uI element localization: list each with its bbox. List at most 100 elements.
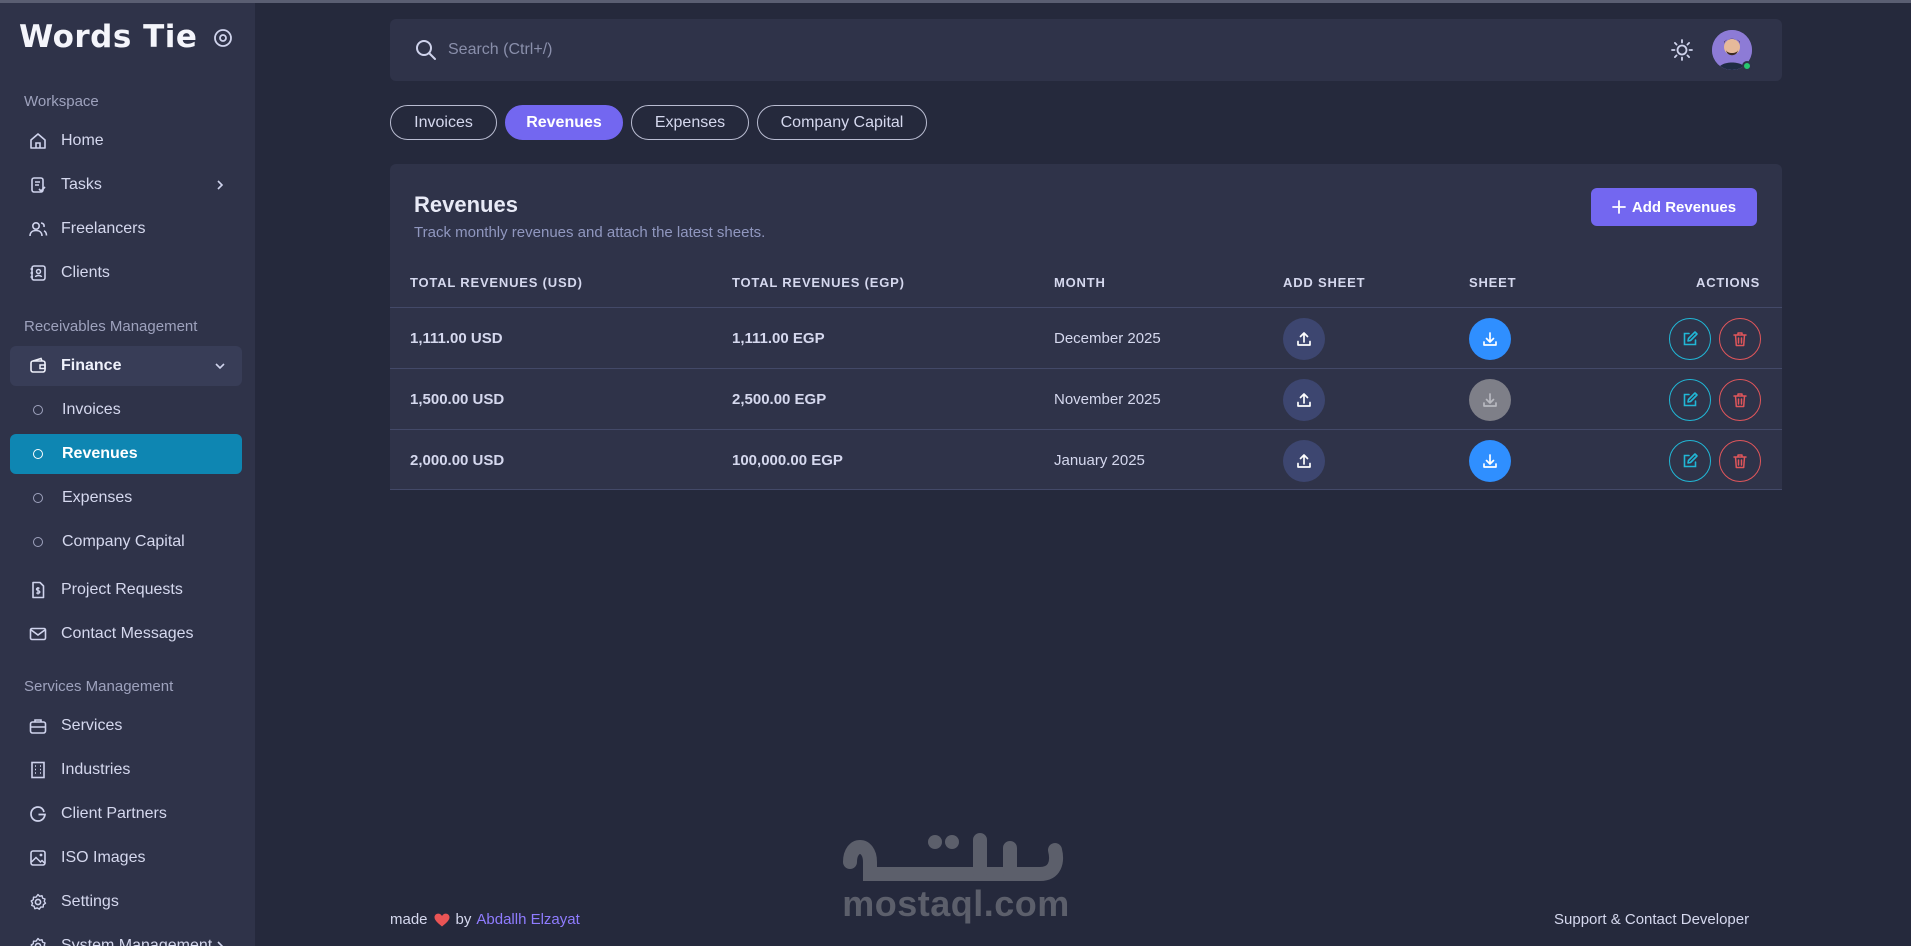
sidebar-item-industries[interactable]: Industries xyxy=(10,750,242,790)
cell-usd: 2,000.00 USD xyxy=(410,452,505,469)
sidebar-subitem-invoices[interactable]: Invoices xyxy=(10,390,242,430)
sidebar-item-home[interactable]: Home xyxy=(10,121,242,161)
users-icon xyxy=(29,221,48,237)
wallet-icon xyxy=(30,357,46,373)
edit-icon xyxy=(1683,331,1698,346)
delete-button[interactable] xyxy=(1719,440,1761,482)
address-book-icon xyxy=(30,265,46,281)
tab-revenues[interactable]: Revenues xyxy=(505,105,623,140)
sidebar-subitem-company-capital[interactable]: Company Capital xyxy=(10,522,242,562)
column-header-actions: ACTIONS xyxy=(1696,275,1761,290)
delete-button[interactable] xyxy=(1719,318,1761,360)
sidebar-item-contact-messages[interactable]: Contact Messages xyxy=(10,614,242,654)
footer-by: by xyxy=(455,911,472,928)
sidebar-item-services[interactable]: Services xyxy=(10,706,242,746)
sidebar-item-clients[interactable]: Clients xyxy=(10,253,242,293)
sidebar-item-label: Invoices xyxy=(62,401,121,418)
chevron-right-icon xyxy=(217,180,224,190)
tasks-icon xyxy=(31,177,46,193)
brand-logo[interactable]: Words Tie xyxy=(19,17,197,57)
column-header-sheet: SHEET xyxy=(1469,275,1517,290)
add-revenues-button[interactable]: Add Revenues xyxy=(1591,188,1757,226)
tab-expenses[interactable]: Expenses xyxy=(631,105,749,140)
cell-usd: 1,111.00 USD xyxy=(410,330,503,347)
upload-sheet-button[interactable] xyxy=(1283,440,1325,482)
plus-icon xyxy=(1611,200,1626,214)
download-icon xyxy=(1483,332,1497,346)
edit-icon xyxy=(1683,392,1698,407)
support-link[interactable]: Support & Contact Developer xyxy=(1554,911,1749,928)
column-header-month: MONTH xyxy=(1054,275,1106,290)
sidebar-item-project-requests[interactable]: Project Requests xyxy=(10,570,242,610)
upload-sheet-button[interactable] xyxy=(1283,318,1325,360)
sidebar-item-label: Industries xyxy=(61,761,131,778)
download-sheet-button[interactable] xyxy=(1469,318,1511,360)
sidebar-item-label: Revenues xyxy=(62,445,138,462)
sidebar-item-tasks[interactable]: Tasks xyxy=(10,165,242,205)
bullet-icon xyxy=(33,493,43,503)
column-header-add-sheet: ADD SHEET xyxy=(1283,275,1366,290)
watermark-text: mostaql.com xyxy=(842,883,1070,924)
footer-made: made xyxy=(390,911,428,928)
edit-button[interactable] xyxy=(1669,440,1711,482)
search-input[interactable] xyxy=(448,34,1048,66)
sidebar-item-label: ISO Images xyxy=(61,849,146,866)
cell-month: January 2025 xyxy=(1054,452,1145,469)
sidebar-item-label: Tasks xyxy=(61,176,102,193)
online-status-badge xyxy=(1742,61,1752,71)
sun-icon[interactable] xyxy=(1670,38,1694,62)
table-divider xyxy=(390,489,1782,490)
home-icon xyxy=(30,133,46,149)
sidebar-item-label: Services xyxy=(61,717,123,734)
tab-company-capital[interactable]: Company Capital xyxy=(757,105,927,140)
tab-invoices[interactable]: Invoices xyxy=(390,105,497,140)
trash-icon xyxy=(1733,332,1747,347)
gear-icon xyxy=(30,893,47,910)
bullet-icon xyxy=(33,405,43,415)
sidebar-item-finance[interactable]: Finance xyxy=(10,346,242,386)
sidebar-item-iso-images[interactable]: ISO Images xyxy=(10,838,242,878)
delete-button[interactable] xyxy=(1719,379,1761,421)
collapse-sidebar-icon[interactable] xyxy=(212,27,234,49)
download-sheet-button[interactable] xyxy=(1469,440,1511,482)
edit-button[interactable] xyxy=(1669,379,1711,421)
section-workspace: Workspace xyxy=(24,93,99,110)
dollar-file-icon xyxy=(32,581,45,599)
add-revenues-label: Add Revenues xyxy=(1631,198,1737,216)
sidebar-item-label: Company Capital xyxy=(62,533,185,550)
sidebar-item-label: Finance xyxy=(61,357,122,374)
sidebar-item-label: System Management xyxy=(61,937,213,946)
upload-icon xyxy=(1297,332,1311,346)
chevron-right-icon xyxy=(217,941,224,946)
top-border xyxy=(0,0,1911,3)
bullet-icon xyxy=(33,449,43,459)
sidebar-item-client-partners[interactable]: Client Partners xyxy=(10,794,242,834)
sidebar-item-label: Project Requests xyxy=(61,581,183,598)
sidebar-item-label: Client Partners xyxy=(61,805,167,822)
table-row: 2,000.00 USD 100,000.00 EGP January 2025 xyxy=(390,429,1782,490)
edit-button[interactable] xyxy=(1669,318,1711,360)
cell-usd: 1,500.00 USD xyxy=(410,391,505,408)
download-icon xyxy=(1483,454,1497,468)
sidebar-subitem-expenses[interactable]: Expenses xyxy=(10,478,242,518)
sidebar-item-label: Settings xyxy=(61,893,119,910)
trash-icon xyxy=(1733,454,1747,469)
author-link[interactable]: Abdallh Elzayat xyxy=(476,911,579,928)
search-icon[interactable] xyxy=(414,38,438,62)
gear-icon xyxy=(30,937,46,946)
sidebar-subitem-revenues[interactable]: Revenues xyxy=(10,434,242,474)
table-row: 1,111.00 USD 1,111.00 EGP December 2025 xyxy=(390,307,1782,368)
footer-credit: made by Abdallh Elzayat xyxy=(390,911,580,928)
cell-month: November 2025 xyxy=(1054,391,1161,408)
sidebar-item-label: Home xyxy=(61,132,104,149)
sidebar-item-label: Expenses xyxy=(62,489,133,506)
sidebar-item-settings[interactable]: Settings xyxy=(10,882,242,922)
sidebar-item-system-management[interactable]: System Management xyxy=(10,926,242,946)
google-icon xyxy=(30,806,46,822)
column-header-egp: TOTAL REVENUES (EGP) xyxy=(732,275,905,290)
card-title: Revenues xyxy=(414,192,518,217)
card-subtitle: Track monthly revenues and attach the la… xyxy=(414,224,766,241)
upload-sheet-button[interactable] xyxy=(1283,379,1325,421)
sidebar-item-label: Contact Messages xyxy=(61,625,194,642)
sidebar-item-freelancers[interactable]: Freelancers xyxy=(10,209,242,249)
